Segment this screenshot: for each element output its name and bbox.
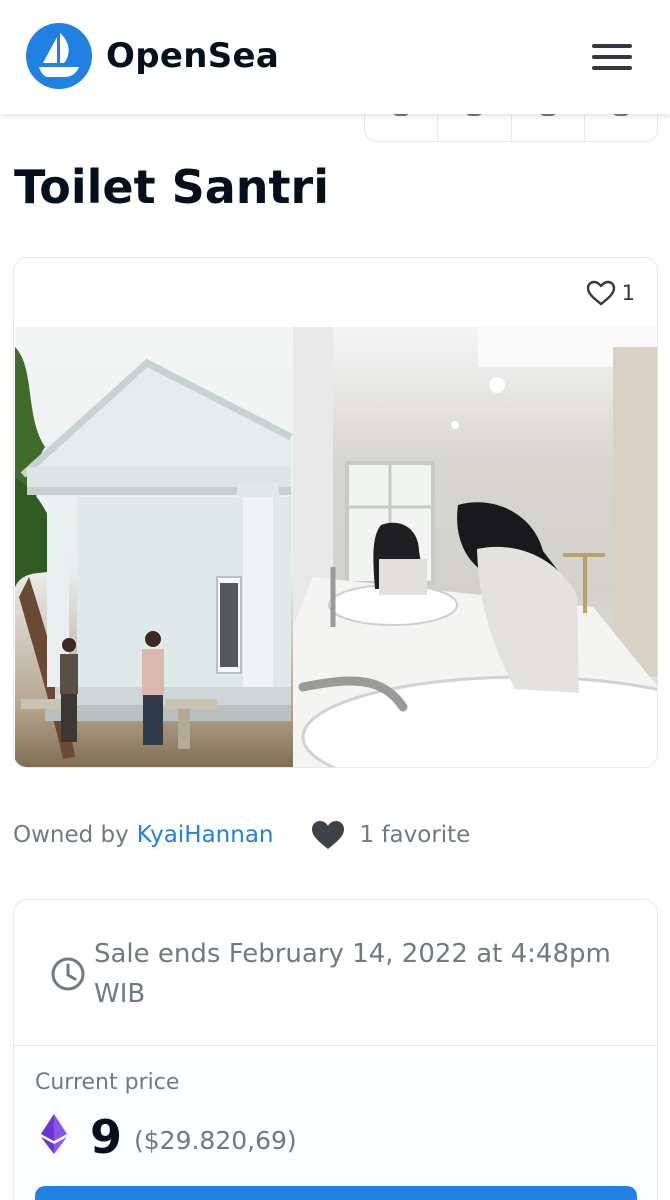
current-price-label: Current price <box>35 1070 180 1095</box>
brand-name[interactable]: OpenSea <box>106 36 279 76</box>
price-value: 9 <box>90 1110 123 1164</box>
sale-timer-section: Sale ends February 14, 2022 at 4:48pm WI… <box>14 900 657 1046</box>
favorite-count: 1 <box>621 281 635 305</box>
favorites-summary: 1 favorite <box>310 819 471 851</box>
heart-icon <box>311 821 344 849</box>
sale-card: Sale ends February 14, 2022 at 4:48pm WI… <box>13 899 658 1200</box>
top-header: OpenSea <box>0 0 670 114</box>
favorites-text: 1 favorite <box>359 822 471 848</box>
item-media-card: 1 <box>13 257 658 768</box>
ownership-row: Owned by KyaiHannan 1 favorite <box>13 815 470 855</box>
buy-now-button[interactable] <box>35 1186 637 1200</box>
opensea-logo-icon[interactable] <box>26 23 92 89</box>
clock-icon <box>51 957 85 991</box>
price-fiat: ($29.820,69) <box>134 1126 297 1155</box>
nft-image-building[interactable] <box>15 327 293 767</box>
heart-icon <box>586 280 615 306</box>
nft-image-bathroom[interactable] <box>293 327 657 767</box>
ethereum-icon <box>41 1114 67 1154</box>
favorite-button[interactable]: 1 <box>586 280 635 306</box>
sale-ends-text: Sale ends February 14, 2022 at 4:48pm WI… <box>94 939 611 1009</box>
owned-by-label: Owned by <box>13 822 129 848</box>
item-title: Toilet Santri <box>14 160 329 214</box>
hamburger-menu-icon[interactable] <box>590 40 634 74</box>
owner-link[interactable]: KyaiHannan <box>137 822 274 848</box>
price-section: Current price 9 ($29.820,69) <box>14 1046 657 1200</box>
